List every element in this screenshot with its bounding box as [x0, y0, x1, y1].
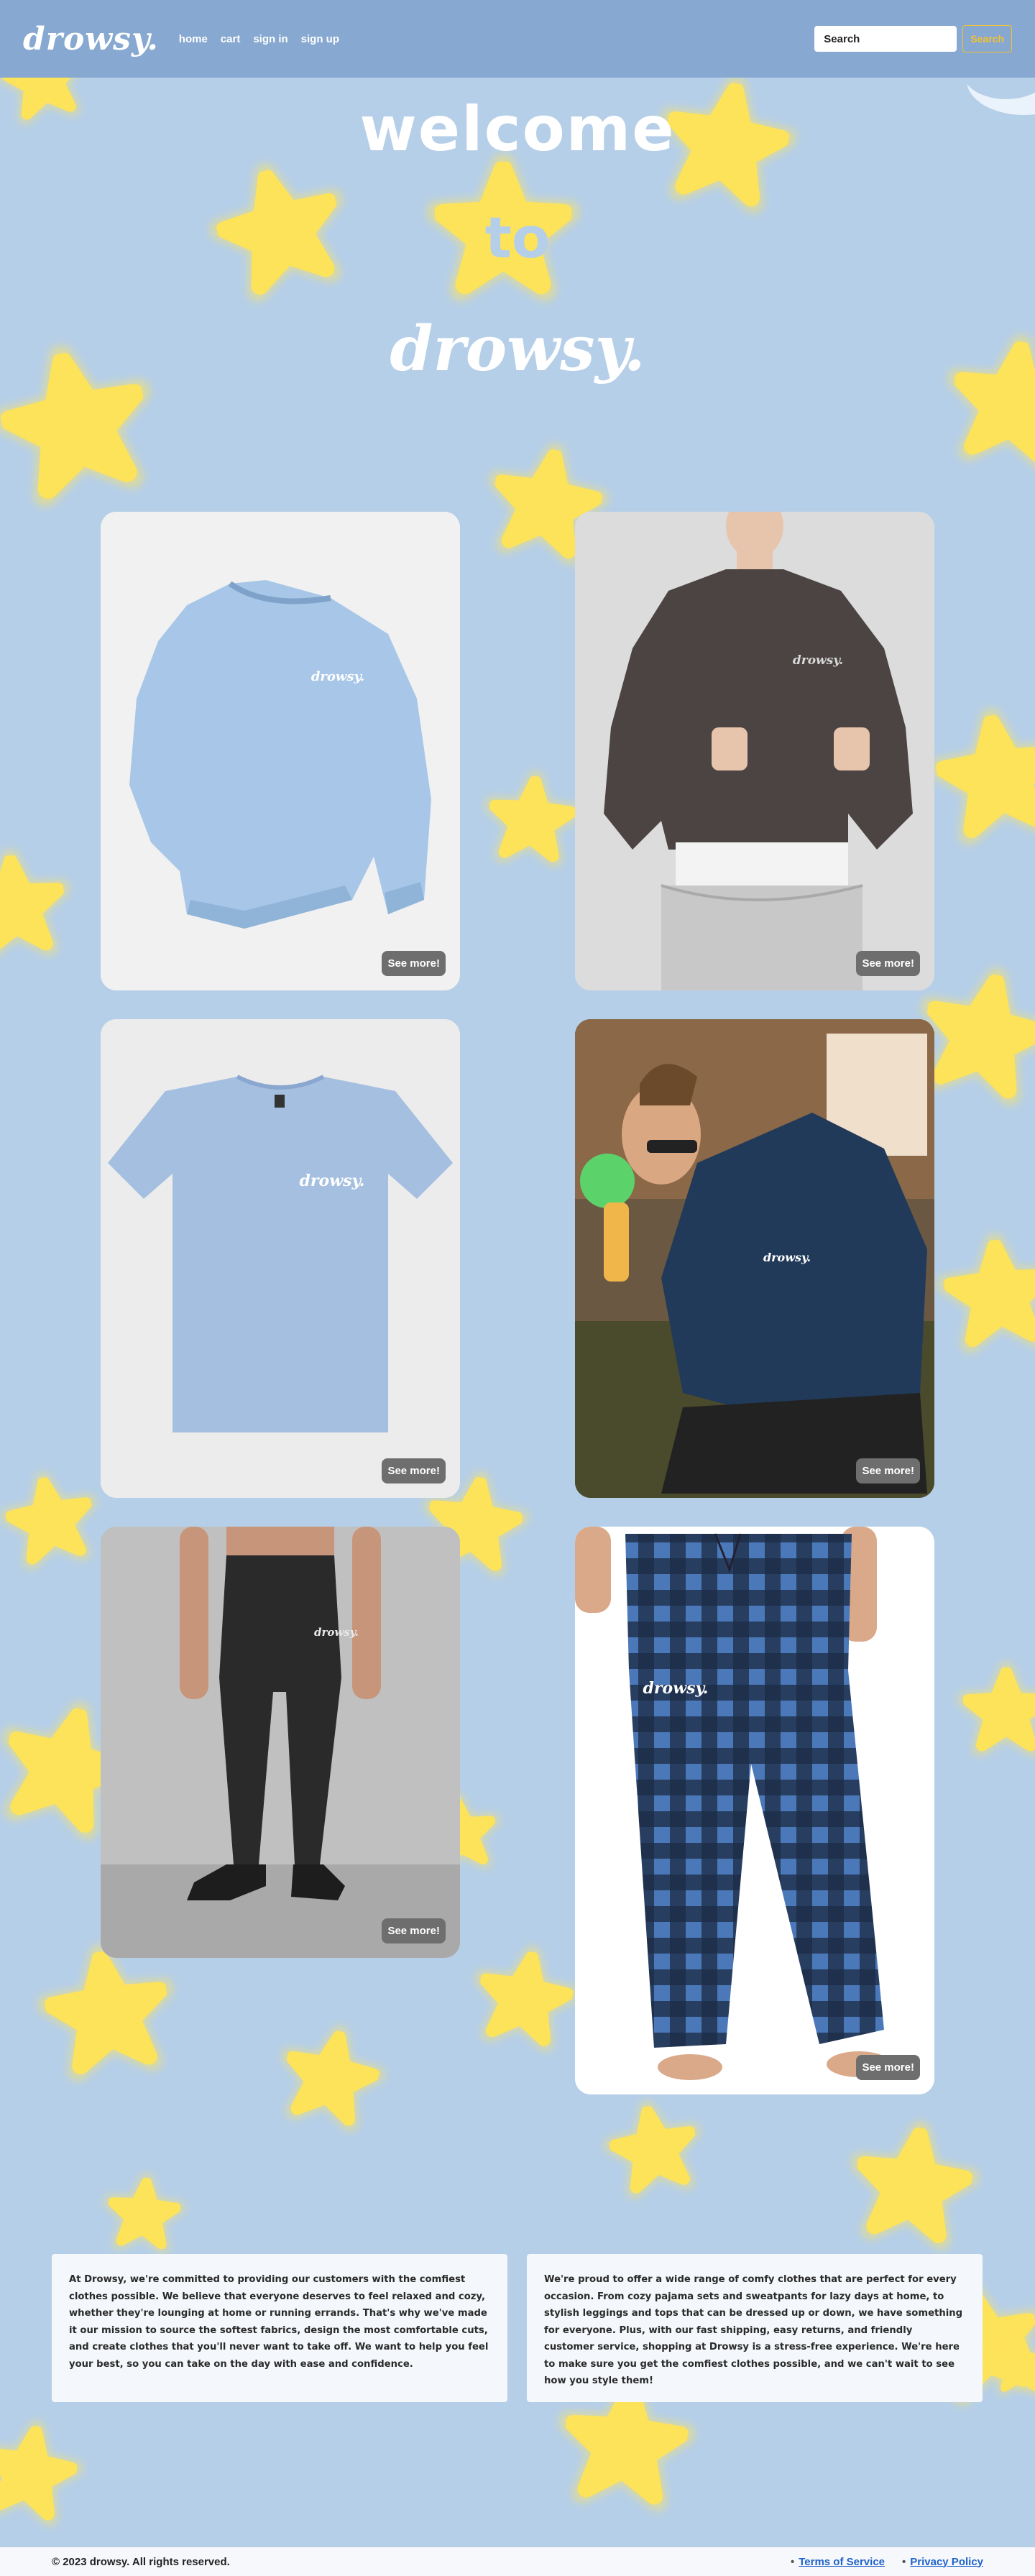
hero-brand-text: drowsy. — [390, 313, 645, 385]
footer-privacy-item: • Privacy Policy — [902, 2555, 983, 2568]
see-more-button[interactable]: See more! — [856, 2055, 920, 2080]
see-more-button[interactable]: See more! — [856, 1458, 920, 1484]
footer-terms-item: • Terms of Service — [790, 2555, 885, 2568]
leggings-image: drowsy. — [101, 1527, 460, 1958]
hero-section: welcome to drowsy. — [0, 86, 1035, 392]
star-icon — [0, 2420, 81, 2521]
navy-hoodie-print: drowsy. — [763, 1251, 811, 1264]
about-panel-right: We're proud to offer a wide range of com… — [527, 2254, 983, 2402]
plaid-pajamas-image: drowsy. — [575, 1527, 934, 2094]
terms-of-service-link[interactable]: Terms of Service — [799, 2556, 885, 2568]
product-card-navy-hoodie[interactable]: drowsy. See more! — [575, 1019, 934, 1498]
star-icon — [851, 2122, 976, 2243]
see-more-button[interactable]: See more! — [382, 1918, 446, 1944]
navy-hoodie-image: drowsy. — [575, 1019, 934, 1498]
page-footer: © 2023 drowsy. All rights reserved. • Ter… — [0, 2547, 1035, 2576]
star-icon — [606, 2101, 702, 2194]
star-icon — [942, 1237, 1035, 1346]
blue-sweatshirt-print: drowsy. — [311, 669, 364, 684]
blue-tshirt-image: drowsy. — [101, 1019, 460, 1498]
nav-link-cart[interactable]: cart — [221, 33, 241, 45]
privacy-policy-link[interactable]: Privacy Policy — [910, 2556, 983, 2568]
see-more-button[interactable]: See more! — [382, 1458, 446, 1484]
about-text-left: At Drowsy, we're committed to providing … — [69, 2274, 489, 2370]
search-input[interactable] — [814, 26, 957, 52]
nav-link-sign-in[interactable]: sign in — [253, 33, 288, 45]
hero-welcome-text: welcome — [359, 93, 676, 165]
search-button[interactable]: Search — [962, 25, 1012, 52]
blue-sweatshirt-image: drowsy. — [101, 512, 460, 990]
star-icon — [41, 1946, 174, 2074]
charcoal-sweatshirt-image: drowsy. — [575, 512, 934, 990]
charcoal-sweatshirt-print: drowsy. — [793, 653, 843, 668]
product-card-charcoal-sweatshirt[interactable]: drowsy. See more! — [575, 512, 934, 990]
leggings-print: drowsy. — [314, 1626, 359, 1639]
footer-links: • Terms of Service • Privacy Policy — [791, 2556, 983, 2568]
star-icon — [106, 2176, 181, 2248]
nav-link-sign-up[interactable]: sign up — [301, 33, 339, 45]
star-icon — [2, 1472, 98, 1565]
product-card-blue-sweatshirt[interactable]: drowsy. See more! — [101, 512, 460, 990]
brand-logo[interactable]: drowsy. — [23, 21, 159, 58]
star-icon — [473, 1946, 577, 2046]
star-icon — [932, 709, 1035, 837]
see-more-button[interactable]: See more! — [382, 951, 446, 976]
blue-tshirt-print: drowsy. — [300, 1172, 365, 1190]
product-card-plaid-pajamas[interactable]: drowsy. See more! — [575, 1527, 934, 2094]
star-icon — [487, 774, 577, 861]
star-icon — [278, 2023, 385, 2127]
copyright-text: © 2023 drowsy. All rights reserved. — [52, 2555, 230, 2568]
star-icon — [0, 853, 67, 954]
about-panel-left: At Drowsy, we're committed to providing … — [52, 2254, 507, 2402]
see-more-button[interactable]: See more! — [856, 951, 920, 976]
about-text-right: We're proud to offer a wide range of com… — [544, 2274, 963, 2386]
plaid-pajamas-print: drowsy. — [643, 1679, 709, 1698]
star-icon — [965, 1669, 1035, 1749]
product-card-blue-tshirt[interactable]: drowsy. See more! — [101, 1019, 460, 1498]
top-navigation-bar: drowsy. home cart sign in sign up Search — [0, 0, 1035, 78]
hero-to-text: to — [484, 206, 551, 271]
search-form: Search — [814, 25, 1012, 52]
product-card-leggings[interactable]: drowsy. See more! — [101, 1527, 460, 1958]
nav-link-home[interactable]: home — [179, 33, 208, 45]
